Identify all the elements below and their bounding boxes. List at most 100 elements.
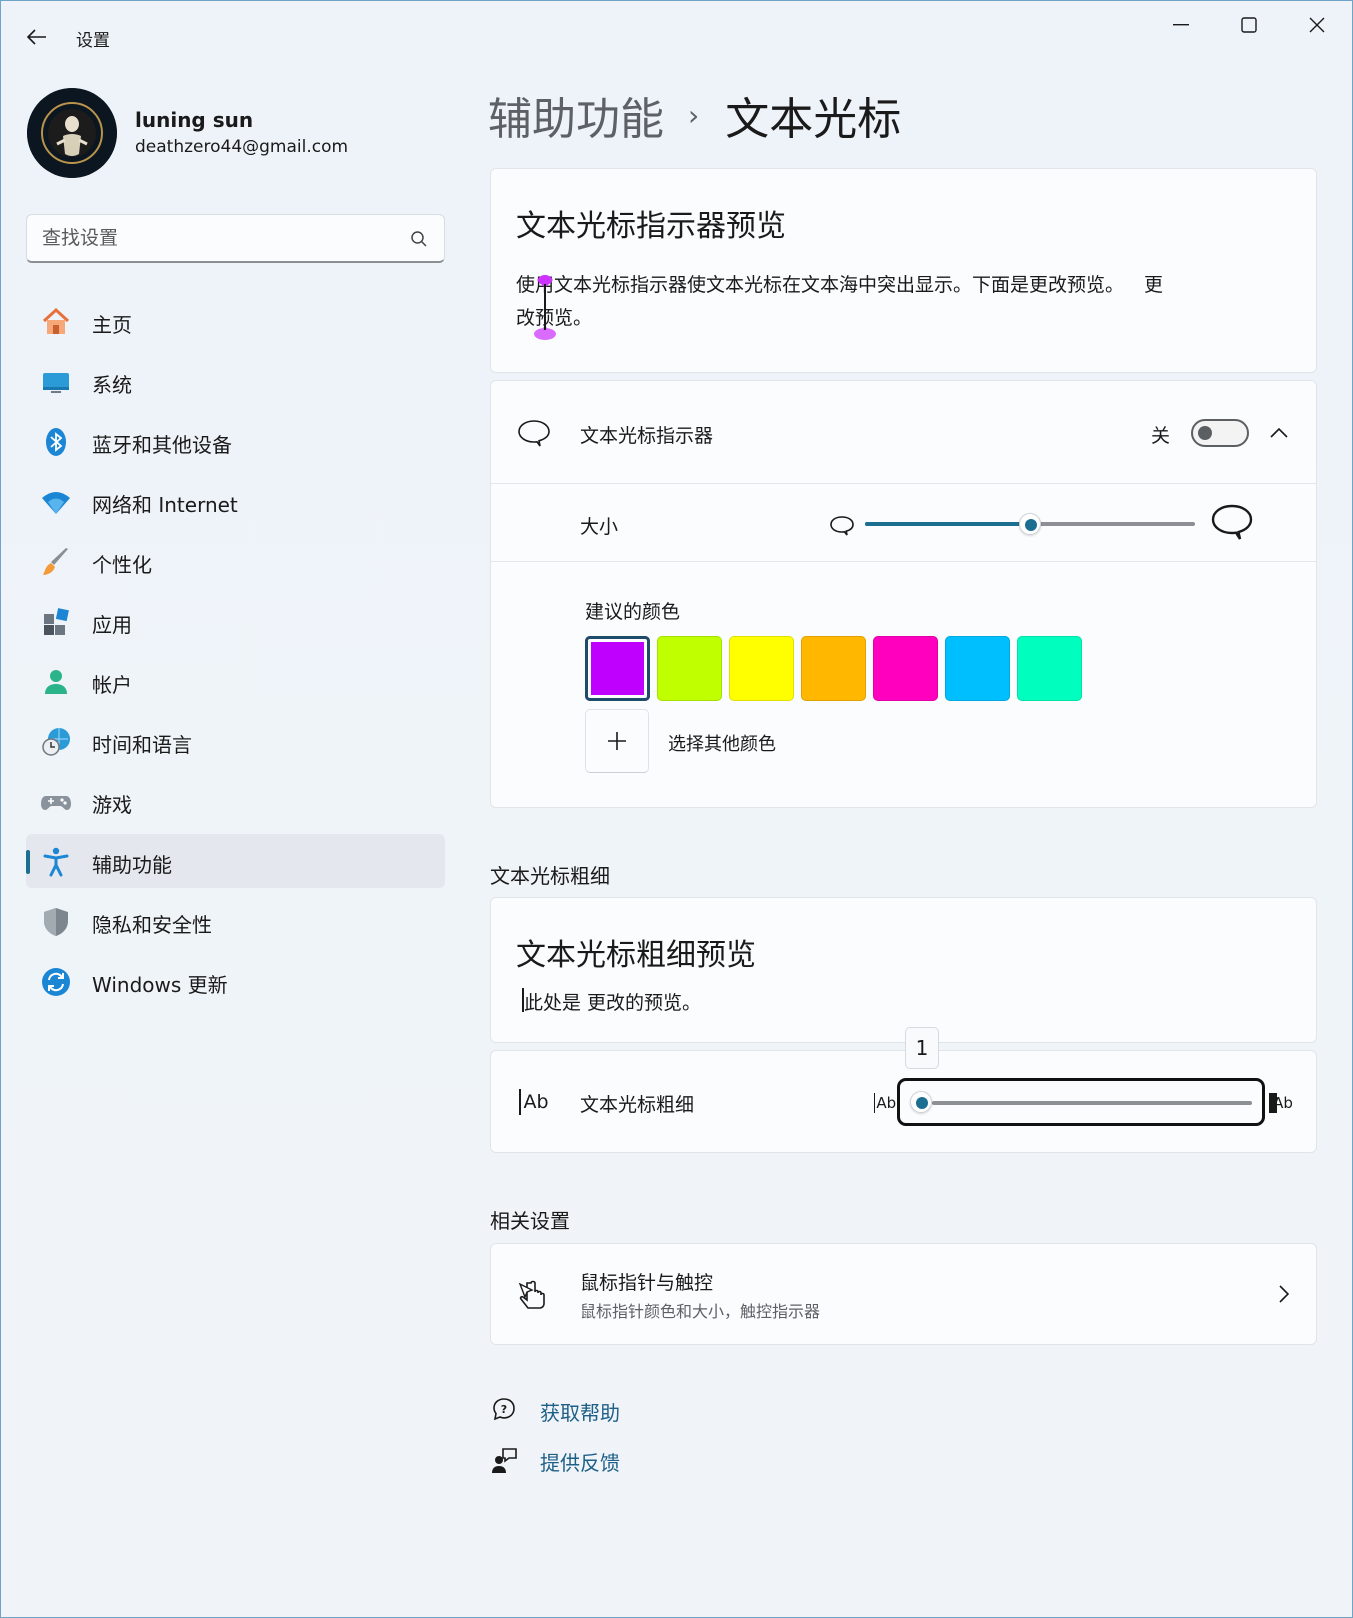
thickness-section-title: 文本光标粗细 bbox=[490, 864, 610, 888]
related-item-title: 鼠标指针与触控 bbox=[580, 1272, 714, 1294]
sidebar-item-label: 帐户 bbox=[92, 673, 132, 697]
size-slider[interactable] bbox=[865, 511, 1195, 537]
get-help-text[interactable]: 获取帮助 bbox=[540, 1397, 620, 1426]
thin-caret-bar bbox=[873, 1093, 876, 1113]
sidebar-item-label: 主页 bbox=[92, 313, 132, 337]
add-color-button[interactable] bbox=[585, 709, 649, 773]
indicator-preview-card: 文本光标指示器预览 使用文本光标指示器使文本光标在文本海中突出显示。下面是更改预… bbox=[490, 168, 1317, 373]
title-bar: 设置 bbox=[1, 1, 1352, 73]
breadcrumb: 辅助功能 › 文本光标 bbox=[488, 85, 901, 145]
accessibility-icon bbox=[40, 846, 72, 878]
update-icon bbox=[40, 966, 72, 998]
search-input[interactable] bbox=[42, 225, 382, 251]
thick-caret-icon: Ab bbox=[1266, 1091, 1296, 1115]
thickness-slider-track bbox=[932, 1101, 1252, 1105]
help-chat-icon: ? bbox=[490, 1396, 518, 1424]
arrow-left-icon bbox=[27, 29, 46, 45]
avatar[interactable] bbox=[27, 88, 117, 178]
sidebar-item-apps[interactable]: 应用 bbox=[26, 594, 445, 648]
sidebar-item-accessibility[interactable]: 辅助功能 bbox=[26, 834, 445, 888]
maximize-button[interactable] bbox=[1227, 7, 1271, 43]
add-color-label[interactable]: 选择其他颜色 bbox=[668, 730, 776, 756]
user-name: luning sun bbox=[135, 108, 254, 132]
search-box[interactable] bbox=[26, 214, 445, 263]
minimize-button[interactable] bbox=[1159, 7, 1203, 43]
sidebar-item-gaming[interactable]: 游戏 bbox=[26, 774, 445, 828]
indicator-settings-card: 文本光标指示器 关 大小 建议的颜色 选择其他颜色 bbox=[490, 380, 1317, 808]
sidebar-item-personalization[interactable]: 个性化 bbox=[26, 534, 445, 588]
related-section-title: 相关设置 bbox=[490, 1209, 570, 1233]
sidebar-item-privacy[interactable]: 隐私和安全性 bbox=[26, 894, 445, 948]
color-swatch[interactable] bbox=[1017, 636, 1082, 701]
sidebar-nav: 主页 系统 蓝牙和其他设备 网络和 Internet 个性化 应用 帐户 时间和… bbox=[26, 294, 445, 1014]
avatar-image bbox=[27, 88, 117, 178]
thickness-value-tooltip: 1 bbox=[905, 1027, 939, 1069]
related-item-subtitle: 鼠标指针颜色和大小，触控指示器 bbox=[580, 1302, 821, 1321]
page-title: 文本光标 bbox=[725, 94, 902, 145]
indicator-toggle[interactable] bbox=[1191, 419, 1249, 447]
sidebar-item-label: 辅助功能 bbox=[92, 853, 172, 877]
apps-icon bbox=[40, 606, 72, 638]
large-bubble-icon bbox=[1209, 501, 1255, 545]
sidebar-item-windows-update[interactable]: Windows 更新 bbox=[26, 954, 445, 1008]
close-button[interactable] bbox=[1295, 7, 1339, 43]
sidebar-item-network[interactable]: 网络和 Internet bbox=[26, 474, 445, 528]
collapse-button[interactable] bbox=[1261, 417, 1297, 449]
divider bbox=[491, 483, 1316, 484]
svg-text:?: ? bbox=[501, 1403, 507, 1416]
feedback-link[interactable]: 提供反馈 bbox=[490, 1444, 620, 1476]
indicator-toggle-knob bbox=[1198, 426, 1212, 440]
sidebar-item-system[interactable]: 系统 bbox=[26, 354, 445, 408]
sidebar-item-accounts[interactable]: 帐户 bbox=[26, 654, 445, 708]
color-swatch[interactable] bbox=[585, 636, 650, 701]
mouse-pointer-touch-link[interactable]: 鼠标指针与触控 鼠标指针颜色和大小，触控指示器 bbox=[490, 1243, 1317, 1345]
thickness-row-icon-text: Ab bbox=[523, 1091, 549, 1113]
minimize-icon bbox=[1173, 24, 1189, 26]
sidebar-item-time-language[interactable]: 时间和语言 bbox=[26, 714, 445, 768]
globe-clock-icon bbox=[40, 726, 72, 758]
color-swatch[interactable] bbox=[945, 636, 1010, 701]
sidebar-item-label: 应用 bbox=[92, 613, 132, 637]
thin-caret-icon-text: Ab bbox=[876, 1094, 897, 1112]
user-email: deathzero44@gmail.com bbox=[135, 137, 349, 157]
color-swatch[interactable] bbox=[801, 636, 866, 701]
close-icon bbox=[1309, 17, 1325, 33]
feedback-text[interactable]: 提供反馈 bbox=[540, 1447, 620, 1476]
size-label: 大小 bbox=[580, 516, 619, 538]
sidebar-item-bluetooth[interactable]: 蓝牙和其他设备 bbox=[26, 414, 445, 468]
back-button[interactable] bbox=[21, 21, 53, 53]
brush-icon bbox=[40, 546, 72, 578]
sidebar-item-label: 系统 bbox=[92, 373, 132, 397]
maximize-icon bbox=[1241, 17, 1257, 33]
text-cursor-thickness-icon: Ab bbox=[516, 1087, 552, 1117]
system-icon bbox=[40, 366, 72, 398]
thick-caret-icon-text: Ab bbox=[1273, 1094, 1293, 1112]
color-swatch[interactable] bbox=[873, 636, 938, 701]
suggested-colors-label: 建议的颜色 bbox=[585, 601, 681, 623]
sidebar-item-label: 游戏 bbox=[92, 793, 132, 817]
size-slider-thumb[interactable] bbox=[1019, 513, 1041, 535]
chevron-up-icon bbox=[1270, 428, 1288, 438]
thickness-preview-card: 文本光标粗细预览 此处是 更改的预览。 bbox=[490, 897, 1317, 1043]
thickness-slider[interactable] bbox=[897, 1078, 1265, 1126]
thin-caret-icon: Ab bbox=[871, 1091, 899, 1115]
thickness-slider-thumb[interactable] bbox=[910, 1091, 932, 1113]
breadcrumb-parent[interactable]: 辅助功能 bbox=[488, 83, 664, 147]
indicator-preview-text-main: 使用文本光标指示器使文本光标在文本海中突出显示。下面是更改预览。 bbox=[516, 274, 1125, 296]
color-swatch[interactable] bbox=[657, 636, 722, 701]
plus-icon bbox=[608, 732, 626, 750]
text-cursor-indicator-icon bbox=[534, 275, 556, 340]
color-swatch[interactable] bbox=[729, 636, 794, 701]
thickness-label: 文本光标粗细 bbox=[580, 1094, 695, 1116]
indicator-preview-title: 文本光标指示器预览 bbox=[516, 209, 786, 244]
indicator-preview-text: 使用文本光标指示器使文本光标在文本海中突出显示。下面是更改预览。 更改预览。 bbox=[516, 269, 1166, 335]
account-icon bbox=[40, 666, 72, 698]
sidebar-item-home[interactable]: 主页 bbox=[26, 294, 445, 348]
indicator-bubble-icon bbox=[516, 415, 552, 451]
get-help-link[interactable]: ? 获取帮助 bbox=[490, 1394, 620, 1426]
indicator-toggle-state: 关 bbox=[1151, 425, 1171, 447]
sidebar-item-label: Windows 更新 bbox=[92, 973, 228, 997]
color-swatches bbox=[585, 636, 1082, 701]
chevron-right-icon bbox=[1274, 1282, 1294, 1306]
thickness-preview-title: 文本光标粗细预览 bbox=[516, 938, 756, 973]
